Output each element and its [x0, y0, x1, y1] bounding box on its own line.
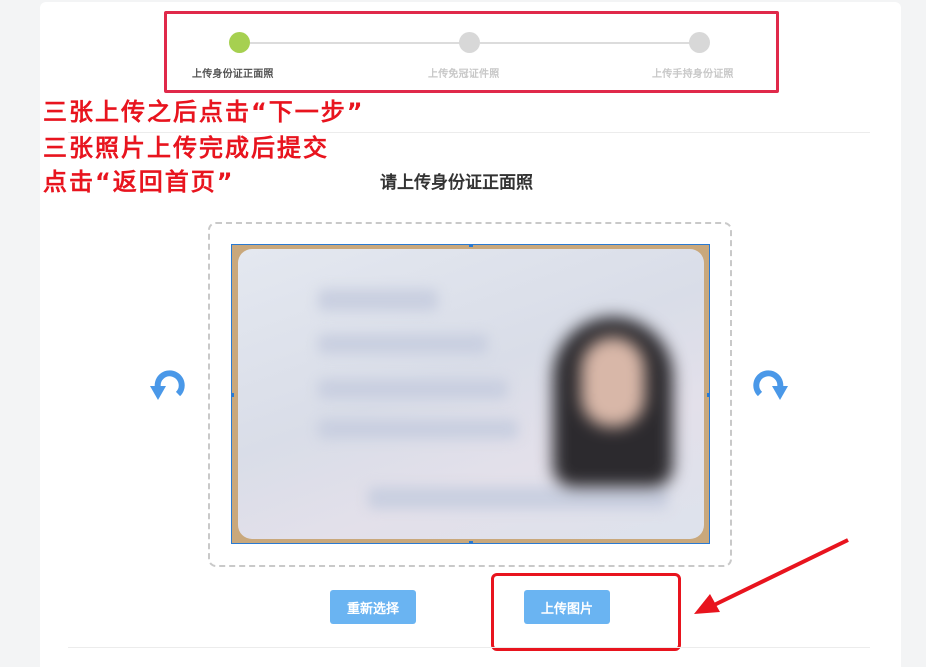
blurred-field [318, 289, 438, 311]
annotation-line-3: 点击“返回首页” [43, 168, 235, 196]
annotation-line-2: 三张照片上传完成后提交 [43, 134, 329, 162]
id-card-photo[interactable] [231, 244, 710, 544]
portrait-face [581, 337, 645, 427]
crop-handle-left[interactable] [232, 393, 234, 397]
portrait-image [538, 297, 698, 487]
rotate-right-icon[interactable] [750, 366, 790, 406]
pointer-arrow-icon [694, 538, 849, 614]
blurred-field [318, 334, 488, 354]
crop-handle-bottom[interactable] [469, 541, 473, 543]
blurred-field [368, 487, 668, 509]
step-highlight-box [164, 11, 779, 93]
blurred-field [318, 419, 518, 439]
crop-handle-top[interactable] [469, 245, 473, 247]
upload-highlight-box [491, 573, 681, 651]
annotation-line-1: 三张上传之后点击“下一步” [43, 98, 365, 126]
section-title: 请上传身份证正面照 [380, 173, 533, 193]
footer-divider [68, 647, 870, 648]
rotate-left-icon[interactable] [148, 366, 188, 406]
id-card-image [238, 249, 704, 539]
blurred-field [318, 379, 508, 399]
crop-handle-right[interactable] [707, 393, 709, 397]
reselect-button[interactable]: 重新选择 [330, 590, 416, 624]
header-divider [68, 132, 870, 133]
